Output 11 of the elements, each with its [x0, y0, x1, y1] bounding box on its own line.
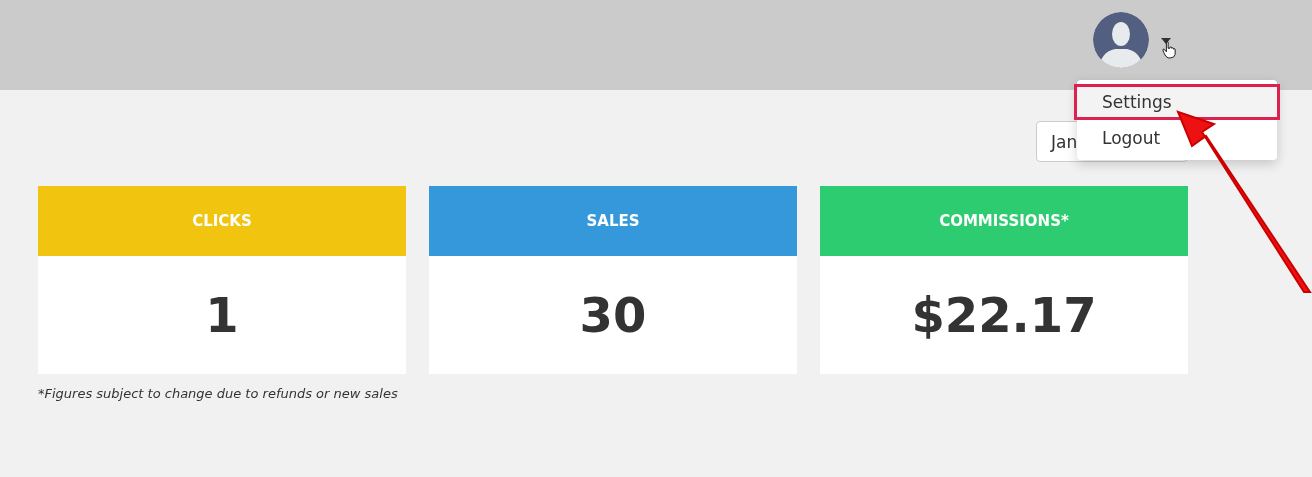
menu-item[interactable]: Settings	[1074, 84, 1280, 120]
stat-value: 30	[579, 287, 647, 343]
caret-icon[interactable]	[1161, 38, 1171, 44]
stat-value: 1	[205, 287, 239, 343]
card-title: COMMISSIONS*	[939, 212, 1069, 230]
footnote: *Figures subject to change due to refunds or new sales	[38, 386, 399, 401]
card-title: SALES	[586, 212, 640, 230]
hand-cursor-icon	[1162, 40, 1176, 60]
avatar-icon[interactable]	[1093, 12, 1149, 68]
card-title: CLICKS	[192, 212, 252, 230]
stat-value: $22.17	[911, 287, 1097, 343]
